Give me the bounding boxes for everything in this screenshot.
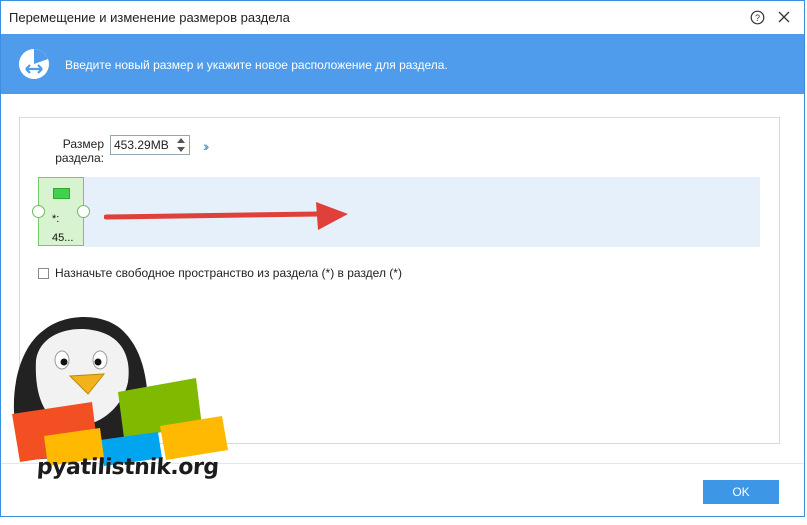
spin-down-icon[interactable] xyxy=(177,147,185,153)
right-resize-handle[interactable] xyxy=(77,205,90,218)
red-arrow-annotation xyxy=(104,202,348,230)
partition-resize-icon xyxy=(17,47,51,84)
spin-up-icon[interactable] xyxy=(177,137,185,143)
assign-free-space-option[interactable]: Назначьте свободное пространство из разд… xyxy=(38,266,402,280)
assign-free-space-checkbox[interactable] xyxy=(38,267,49,279)
window-title: Перемещение и изменение размеров раздела xyxy=(9,10,290,25)
watermark-text: pyatilistnik.org xyxy=(36,455,220,480)
partition-usage-bar xyxy=(53,188,70,199)
partition-size-input[interactable] xyxy=(114,137,172,153)
double-chevron-right-icon[interactable]: ›› xyxy=(203,138,210,154)
partition-info: *: 45... xyxy=(52,210,73,248)
size-label-line2: раздела: xyxy=(55,151,104,165)
instruction-banner: Введите новый размер и укажите новое рас… xyxy=(1,34,804,94)
partition-size-label: Размер раздела: xyxy=(52,137,104,165)
left-resize-handle[interactable] xyxy=(32,205,45,218)
svg-text:?: ? xyxy=(754,13,759,23)
assign-free-space-label: Назначьте свободное пространство из разд… xyxy=(55,266,402,280)
partition-size-field[interactable] xyxy=(110,135,190,155)
size-label-line1: Размер xyxy=(62,137,104,151)
ok-button[interactable]: OK xyxy=(703,480,779,504)
partition-letter: *: xyxy=(52,213,60,225)
title-bar: Перемещение и изменение размеров раздела… xyxy=(1,1,804,34)
help-icon[interactable]: ? xyxy=(748,8,766,26)
close-icon[interactable] xyxy=(775,8,793,26)
size-spinner[interactable] xyxy=(175,137,187,153)
banner-text: Введите новый размер и укажите новое рас… xyxy=(65,58,448,72)
partition-size-short: 45... xyxy=(52,232,74,244)
